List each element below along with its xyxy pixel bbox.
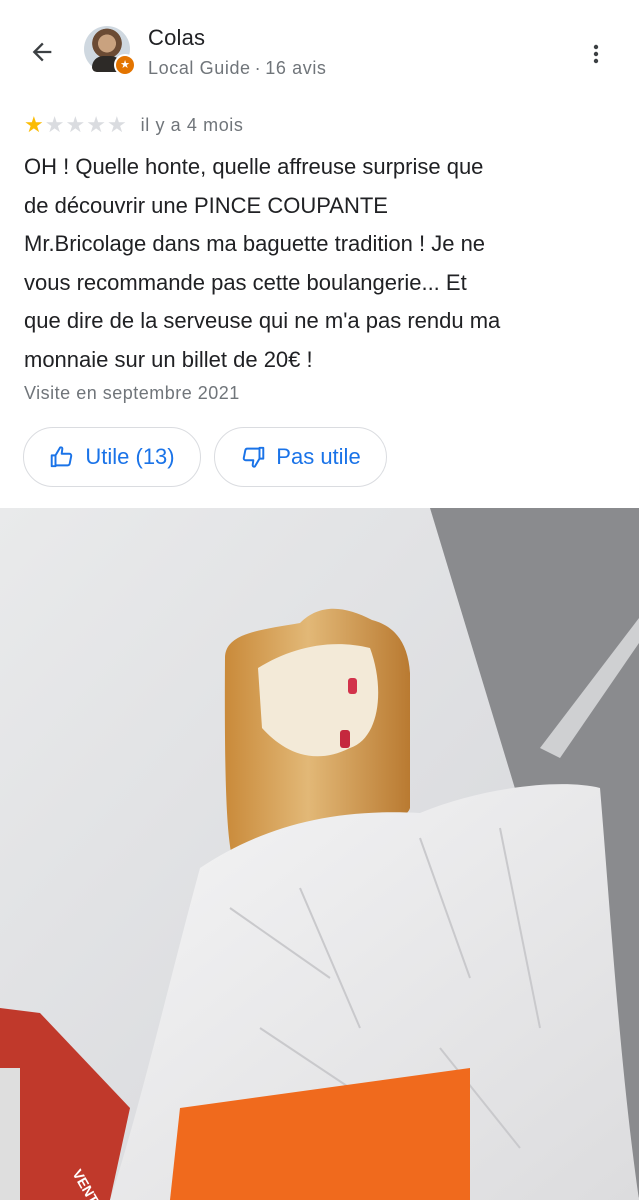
red-bag-fold xyxy=(0,1068,20,1200)
more-vert-icon xyxy=(593,44,599,64)
user-role: Local Guide xyxy=(148,58,251,78)
user-meta: Local Guide · 16 avis xyxy=(148,58,327,79)
more-options-button[interactable] xyxy=(578,34,614,74)
rating-row: ★ ★ ★ ★ ★ il y a 4 mois xyxy=(24,112,244,138)
local-guide-badge-icon: ★ xyxy=(114,54,136,76)
meta-separator: · xyxy=(254,58,262,78)
star-empty-icon: ★ xyxy=(44,112,65,137)
review-header: ★ Colas Local Guide · 16 avis xyxy=(0,0,639,100)
review-time: il y a 4 mois xyxy=(140,114,244,135)
star-empty-icon: ★ xyxy=(86,112,106,137)
user-name[interactable]: Colas xyxy=(148,25,205,51)
review-count: 16 avis xyxy=(265,58,327,78)
star-rating: ★ ★ ★ ★ ★ xyxy=(24,114,127,136)
useful-label: Utile (13) xyxy=(85,444,175,469)
review-text: OH ! Quelle honte, quelle affreuse surpr… xyxy=(24,154,501,372)
review-photo[interactable]: VENTE xyxy=(0,508,639,1200)
baguette-photo: VENTE xyxy=(0,508,639,1200)
avatar[interactable]: ★ xyxy=(84,26,136,76)
not-useful-label: Pas utile xyxy=(276,444,361,469)
useful-button[interactable]: Utile (13) xyxy=(23,427,201,487)
back-button[interactable] xyxy=(22,32,62,72)
star-filled-icon: ★ xyxy=(24,112,44,137)
not-useful-button[interactable]: Pas utile xyxy=(214,427,387,487)
star-empty-icon: ★ xyxy=(65,112,86,137)
thumb-down-icon xyxy=(243,446,265,468)
thumb-up-icon xyxy=(51,446,73,468)
visit-date: Visite en septembre 2021 xyxy=(24,383,240,403)
baguette-crumb xyxy=(258,644,379,757)
pliers-handle-2 xyxy=(340,730,350,748)
arrow-left-icon xyxy=(32,42,52,62)
star-empty-icon: ★ xyxy=(106,112,127,137)
pliers-handle-1 xyxy=(348,678,357,694)
